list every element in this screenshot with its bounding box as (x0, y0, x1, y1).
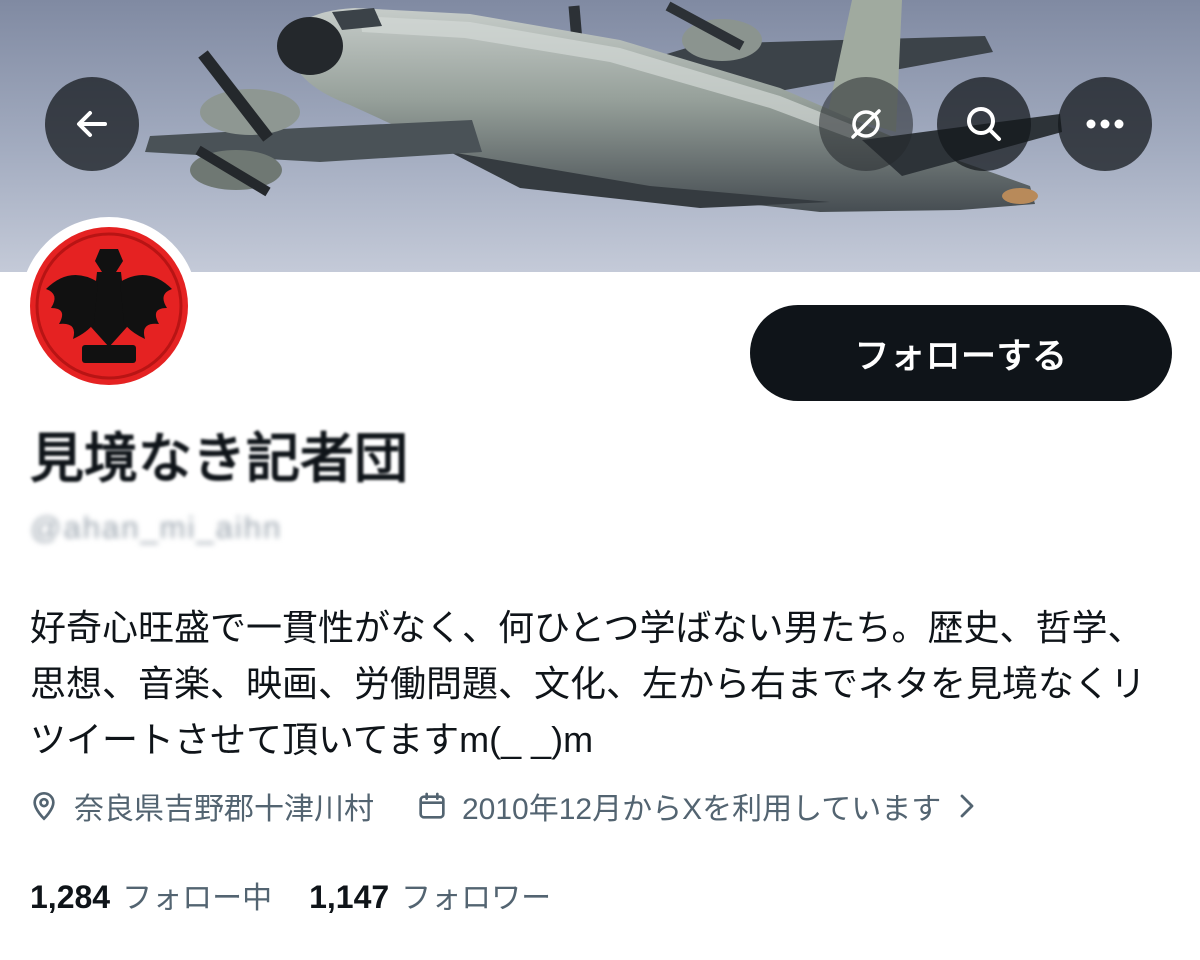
search-button[interactable] (937, 77, 1031, 171)
follow-button-label: フォローする (854, 336, 1068, 376)
avatar-emblem-image (30, 227, 188, 385)
back-button[interactable] (45, 77, 139, 171)
followers-link[interactable]: 1,147 フォロワー (309, 873, 551, 917)
profile-joined-date[interactable]: 2010年12月からXを利用しています (462, 784, 941, 828)
profile-meta-row: 奈良県吉野郡十津川村 2010年12月からXを利用しています (28, 784, 975, 828)
follow-button[interactable]: フォローする (750, 305, 1172, 401)
profile-bio: 好奇心旺盛で一貫性がなく、何ひとつ学ばない男たち。歴史、哲学、思想、音楽、映画、… (30, 607, 1147, 760)
profile-display-name: 見境なき記者団 (30, 429, 408, 489)
following-label: フォロー中 (122, 882, 273, 915)
arrow-left-icon (77, 111, 107, 137)
grok-icon (851, 109, 881, 139)
search-icon (967, 107, 1001, 141)
followers-count: 1,147 (309, 879, 390, 915)
calendar-icon (416, 790, 448, 822)
more-options-button[interactable] (1058, 77, 1152, 171)
following-link[interactable]: 1,284 フォロー中 (30, 873, 272, 917)
more-horizontal-icon (1086, 119, 1124, 129)
following-count: 1,284 (30, 879, 111, 915)
avatar[interactable] (20, 217, 198, 395)
grok-button[interactable] (819, 77, 913, 171)
chevron-right-icon[interactable] (959, 793, 975, 819)
profile-location: 奈良県吉野郡十津川村 (74, 793, 374, 826)
followers-label: フォロワー (401, 882, 552, 915)
map-pin-icon (28, 790, 60, 822)
profile-stats: 1,284 フォロー中 1,147 フォロワー (30, 872, 588, 918)
profile-handle: @ahan_mi_aihn (30, 510, 283, 545)
